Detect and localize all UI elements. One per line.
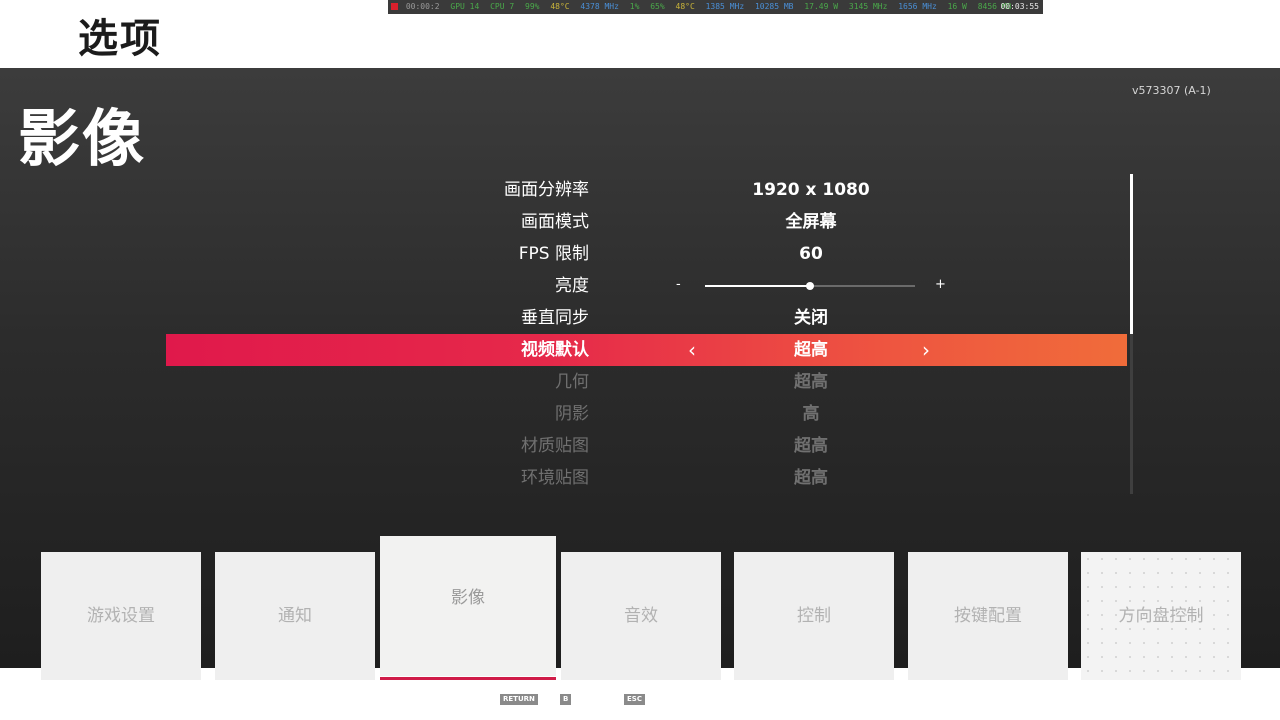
- setting-label: 视频默认: [521, 340, 589, 360]
- setting-value: 高: [802, 404, 820, 424]
- setting-label: 阴影: [555, 404, 589, 424]
- perf-segment: 16 W: [947, 2, 967, 11]
- setting-label: 画面模式: [521, 212, 589, 232]
- version-label: v573307 (A-1): [1132, 84, 1211, 97]
- top-header: 选项 00:00:2 GPU 14 CPU 7 99% 48°C 4378 MH…: [0, 0, 1280, 68]
- scrollbar-thumb[interactable]: [1130, 174, 1133, 334]
- setting-row-textures[interactable]: 材质贴图 超高: [166, 430, 1127, 462]
- brightness-slider-fill: [705, 285, 810, 287]
- page-title: 选项: [78, 16, 162, 62]
- perf-segment: 1656 MHz: [898, 2, 937, 11]
- setting-label: 亮度: [555, 276, 589, 296]
- settings-scrollbar[interactable]: [1130, 174, 1133, 494]
- tab-label: 通知: [278, 606, 312, 626]
- record-indicator-icon: [391, 3, 398, 10]
- brightness-decrease-button[interactable]: -: [676, 270, 681, 300]
- tab-key-bindings[interactable]: 按键配置: [908, 552, 1068, 680]
- footer-hints: RETURN B ESC: [0, 680, 1280, 720]
- setting-row-brightness[interactable]: 亮度 - +: [166, 270, 1127, 302]
- key-hint-b: B: [560, 694, 572, 705]
- setting-label: 几何: [555, 372, 589, 392]
- tab-label: 方向盘控制: [1118, 606, 1204, 626]
- tab-label: 影像: [451, 588, 485, 608]
- perf-segment: CPU 7: [490, 2, 515, 11]
- setting-value: 超高: [794, 372, 828, 392]
- setting-value: 1920 x 1080: [752, 180, 870, 200]
- setting-row-display-mode[interactable]: 画面模式 全屏幕: [166, 206, 1127, 238]
- setting-label: 垂直同步: [521, 308, 589, 328]
- perf-segment: 48°C: [675, 2, 695, 11]
- tab-label: 游戏设置: [87, 606, 155, 626]
- tab-label: 音效: [624, 606, 658, 626]
- setting-value: 全屏幕: [785, 212, 837, 232]
- setting-value: 超高: [794, 340, 828, 360]
- chevron-right-icon[interactable]: ›: [922, 334, 930, 366]
- perf-segment: 10285 MB: [754, 2, 794, 11]
- setting-label: 环境贴图: [521, 468, 589, 488]
- chevron-left-icon[interactable]: ‹: [688, 334, 696, 366]
- brightness-increase-button[interactable]: +: [935, 270, 946, 300]
- setting-row-shadows[interactable]: 阴影 高: [166, 398, 1127, 430]
- key-hint-return: RETURN: [500, 694, 538, 705]
- brightness-slider[interactable]: [705, 282, 915, 290]
- tab-video[interactable]: 影像: [380, 536, 556, 680]
- setting-label: 材质贴图: [521, 436, 589, 456]
- setting-label: 画面分辨率: [504, 180, 589, 200]
- perf-clock: 00:03:55: [1000, 2, 1039, 11]
- setting-value: 关闭: [794, 308, 828, 328]
- setting-row-resolution[interactable]: 画面分辨率 1920 x 1080: [166, 174, 1127, 206]
- setting-row-geometry[interactable]: 几何 超高: [166, 366, 1127, 398]
- options-screen: 选项 00:00:2 GPU 14 CPU 7 99% 48°C 4378 MH…: [0, 0, 1280, 720]
- perf-segment: 4378 MHz: [580, 2, 619, 11]
- perf-segment: 48°C: [550, 2, 570, 11]
- setting-row-video-preset[interactable]: 视频默认 ‹ 超高 ›: [166, 334, 1127, 366]
- tab-wheel-controls[interactable]: 方向盘控制: [1081, 552, 1241, 680]
- tab-notifications[interactable]: 通知: [215, 552, 375, 680]
- setting-value: 60: [799, 244, 823, 264]
- tab-audio[interactable]: 音效: [561, 552, 721, 680]
- perf-segment: 1%: [629, 2, 640, 11]
- tab-controls[interactable]: 控制: [734, 552, 894, 680]
- setting-row-environment-maps[interactable]: 环境贴图 超高: [166, 462, 1127, 494]
- key-hint-esc: ESC: [624, 694, 645, 705]
- perf-segment: GPU 14: [450, 2, 480, 11]
- setting-value: 超高: [794, 436, 828, 456]
- tab-game-settings[interactable]: 游戏设置: [41, 552, 201, 680]
- tab-label: 控制: [797, 606, 831, 626]
- performance-overlay: 00:00:2 GPU 14 CPU 7 99% 48°C 4378 MHz 1…: [388, 0, 1043, 14]
- perf-segment: 00:00:2: [405, 2, 440, 11]
- perf-segment: 1385 MHz: [705, 2, 745, 11]
- setting-row-fps-limit[interactable]: FPS 限制 60: [166, 238, 1127, 270]
- perf-segment: 65%: [650, 2, 665, 11]
- tab-label: 按键配置: [954, 606, 1022, 626]
- setting-label: FPS 限制: [518, 244, 589, 264]
- perf-segment: 17.49 W: [804, 2, 839, 11]
- setting-value: 超高: [794, 468, 828, 488]
- setting-row-vsync[interactable]: 垂直同步 关闭: [166, 302, 1127, 334]
- perf-segment: 99%: [525, 2, 540, 11]
- brightness-slider-handle[interactable]: [806, 282, 814, 290]
- perf-segment: 3145 MHz: [848, 2, 888, 11]
- section-title: 影像: [18, 102, 147, 175]
